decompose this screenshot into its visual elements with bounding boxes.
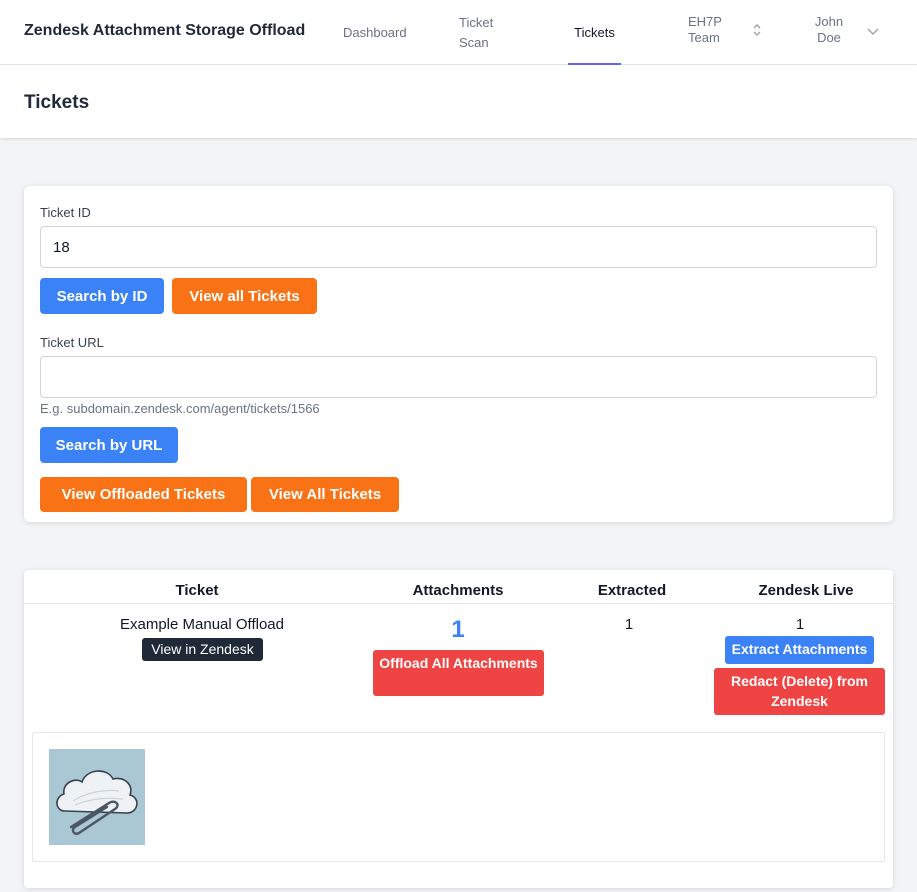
ticket-id-label: Ticket ID	[40, 205, 91, 220]
column-header-ticket: Ticket	[175, 582, 219, 599]
search-by-id-button[interactable]: Search by ID	[40, 278, 164, 314]
ticket-name: Example Manual Offload	[120, 616, 284, 633]
user-menu[interactable]: John Doe	[812, 14, 882, 50]
nav-dashboard[interactable]: Dashboard	[343, 23, 407, 43]
top-nav: Zendesk Attachment Storage Offload Dashb…	[0, 0, 917, 65]
attachments-count[interactable]: 1	[443, 616, 473, 644]
redact-from-zendesk-button[interactable]: Redact (Delete) from Zendesk	[714, 668, 885, 715]
view-all-tickets-button-2[interactable]: View All Tickets	[251, 477, 399, 512]
extract-attachments-button[interactable]: Extract Attachments	[725, 636, 874, 664]
column-header-extracted: Extracted	[597, 582, 667, 599]
user-name: John Doe	[814, 14, 844, 45]
chevron-up-down-icon	[753, 24, 761, 36]
extracted-count: 1	[624, 616, 634, 633]
results-table: Ticket Attachments Extracted Zendesk Liv…	[24, 570, 893, 888]
ticket-url-label: Ticket URL	[40, 335, 104, 350]
ticket-id-input[interactable]	[40, 226, 877, 268]
cloud-paperclip-icon	[49, 749, 145, 845]
zendesk-live-count: 1	[795, 616, 805, 633]
page-title: Tickets	[24, 92, 90, 113]
ticket-url-input[interactable]	[40, 356, 877, 398]
page-header: Tickets	[0, 65, 917, 138]
search-card: Ticket ID Search by ID View all Tickets …	[24, 186, 893, 522]
header-divider	[24, 603, 893, 604]
nav-ticket-scan[interactable]: Ticket Scan	[459, 13, 519, 53]
view-offloaded-tickets-button[interactable]: View Offloaded Tickets	[40, 477, 247, 512]
nav-tickets[interactable]: Tickets	[568, 0, 621, 65]
app-brand[interactable]: Zendesk Attachment Storage Offload	[24, 22, 305, 40]
attachment-preview-panel	[32, 732, 885, 862]
team-selector-label: EH7P Team	[688, 14, 722, 45]
column-header-zendesk-live: Zendesk Live	[758, 582, 854, 599]
team-selector[interactable]: EH7P Team	[688, 14, 763, 50]
chevron-down-icon	[867, 28, 879, 35]
view-in-zendesk-button[interactable]: View in Zendesk	[142, 638, 263, 661]
attachment-thumbnail[interactable]	[49, 749, 145, 845]
column-header-attachments: Attachments	[412, 582, 504, 599]
view-all-tickets-button[interactable]: View all Tickets	[172, 278, 317, 314]
offload-all-attachments-button[interactable]: Offload All Attachments	[373, 650, 544, 696]
search-by-url-button[interactable]: Search by URL	[40, 427, 178, 463]
ticket-url-hint: E.g. subdomain.zendesk.com/agent/tickets…	[40, 401, 320, 416]
